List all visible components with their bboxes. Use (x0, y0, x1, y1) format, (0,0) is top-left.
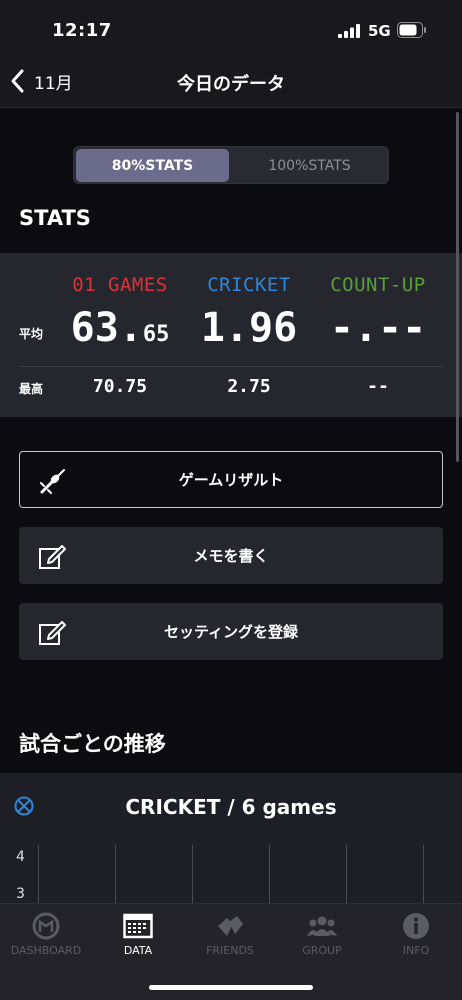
battery-icon (397, 22, 426, 38)
game-result-button[interactable]: ゲームリザルト (19, 451, 443, 508)
home-indicator (149, 985, 313, 990)
grid-line (115, 845, 116, 905)
nav-bar: 11月 今日のデータ (0, 54, 462, 108)
status-bar: 12:17 5G (0, 0, 462, 54)
max-label: 最高 (19, 382, 44, 396)
grid-line (423, 845, 424, 905)
tab-group[interactable]: GROUP (276, 904, 368, 966)
segment-100-stats[interactable]: 100%STATS (233, 149, 386, 182)
stats-divider (19, 366, 443, 367)
network-label: 5G (368, 22, 391, 40)
tab-info[interactable]: INFO (370, 904, 462, 966)
trend-chart-panel (0, 773, 462, 913)
avg-cricket: 1.96 (200, 305, 298, 351)
col-head-01-games: 01 GAMES (72, 274, 168, 296)
col-head-count-up: COUNT-UP (330, 274, 426, 296)
edit-icon (39, 545, 66, 569)
tab-label: DASHBOARD (10, 944, 82, 957)
info-icon (403, 913, 429, 939)
avg-label: 平均 (19, 327, 44, 341)
tab-friends[interactable]: FRIENDS (184, 904, 276, 966)
write-memo-label: メモを書く (193, 547, 269, 565)
chart-title: CRICKET / 6 games (125, 795, 337, 819)
data-icon (123, 913, 153, 939)
dart-icon (40, 469, 65, 494)
trend-title: 試合ごとの推移 (19, 732, 166, 756)
register-setting-label: セッティングを登録 (163, 623, 299, 641)
tab-label: GROUP (302, 944, 342, 957)
tab-label: INFO (402, 944, 430, 957)
page-title: 今日のデータ (177, 74, 285, 95)
grid-line (269, 845, 270, 905)
max-count-up: -- (367, 376, 389, 397)
avg-01-games: 63.65 (70, 305, 170, 351)
stats-segment-control: 80%STATS 100%STATS (73, 146, 389, 184)
grid-line (346, 845, 347, 905)
tab-dashboard[interactable]: DASHBOARD (0, 904, 92, 966)
tab-bar: DASHBOARD DATA FRIENDS GROUP INFO (0, 903, 462, 1000)
col-head-cricket: CRICKET (207, 274, 291, 296)
register-setting-button[interactable]: セッティングを登録 (19, 603, 443, 660)
tab-label: DATA (123, 944, 153, 957)
dashboard-icon (32, 912, 60, 940)
grid-line (192, 845, 193, 905)
friends-icon (218, 916, 243, 936)
scrollbar[interactable] (456, 112, 459, 462)
y-tick-3: 3 (16, 886, 25, 902)
grid-line (38, 845, 39, 905)
tab-data[interactable]: DATA (92, 904, 184, 966)
segment-80-stats[interactable]: 80%STATS (76, 149, 229, 182)
write-memo-button[interactable]: メモを書く (19, 527, 443, 584)
edit-icon (39, 621, 66, 645)
y-tick-4: 4 (16, 849, 25, 865)
tab-label: FRIENDS (206, 944, 254, 957)
avg-count-up: -.-- (329, 305, 427, 351)
stats-title: STATS (19, 206, 91, 230)
signal-icon (338, 24, 360, 38)
max-01-games: 70.75 (92, 376, 148, 397)
game-result-label: ゲームリザルト (178, 471, 284, 489)
max-cricket: 2.75 (227, 376, 271, 397)
group-icon (307, 916, 337, 936)
status-time: 12:17 (52, 20, 112, 41)
